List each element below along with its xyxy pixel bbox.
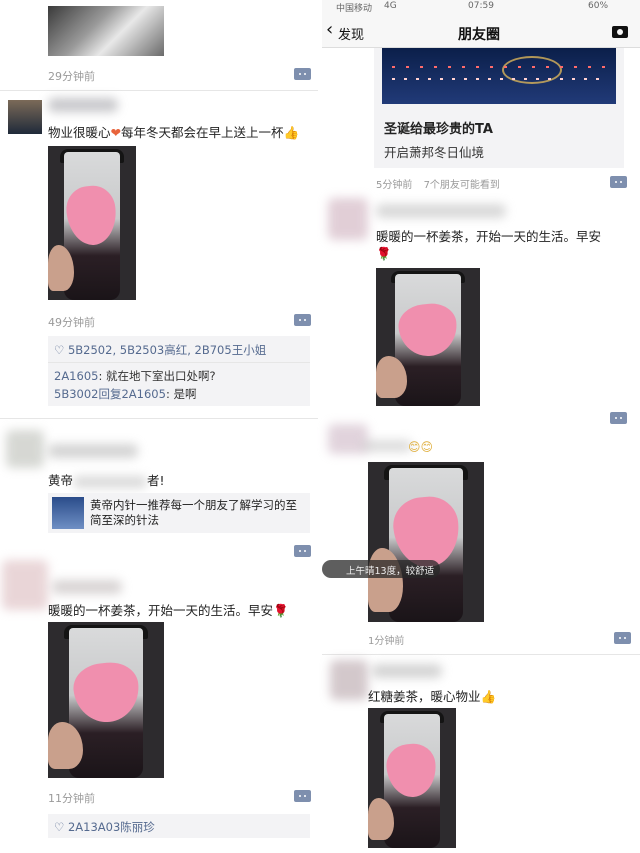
nav-bar: ‹ 发现 朋友圈 [322, 14, 640, 48]
post-photo[interactable] [48, 622, 164, 778]
redacted-text [73, 475, 148, 488]
top-image[interactable] [48, 6, 164, 56]
visibility-note: 7个朋友可能看到 [423, 180, 500, 191]
avatar[interactable] [8, 100, 42, 134]
article-title: 圣诞给最珍贵的TA [384, 122, 493, 137]
likes-list[interactable]: 2A13A03陈丽珍 [68, 820, 155, 834]
like-heart-icon: ♡ [54, 820, 65, 834]
thumbs-up-icon: 👍 [283, 125, 300, 140]
comment-button[interactable] [294, 545, 311, 557]
post-text-part2: 每年冬天都会在早上送上一杯 [121, 125, 284, 140]
post-photo[interactable] [48, 146, 136, 300]
username-blurred[interactable] [52, 580, 122, 594]
like-heart-icon: ♡ [54, 343, 65, 357]
post-time: 29分钟前 [48, 70, 95, 83]
heart-emoji: ❤ [110, 125, 121, 140]
post-text: 黄帝 者! [48, 470, 165, 489]
post-text-start: 黄帝 [48, 473, 74, 488]
post-photo[interactable] [376, 268, 480, 406]
divider [0, 90, 318, 91]
username-blurred[interactable] [372, 664, 442, 678]
post-text-end: 者! [147, 473, 165, 488]
right-feed: 中国移动 4G 07:59 60% ‹ 发现 朋友圈 圣诞给最珍贵的TA 开启萧… [322, 0, 640, 853]
shared-link-title: 黄帝内针一推荐每一个朋友了解学习的至简至深的针法 [90, 498, 297, 527]
network-type: 4G [384, 1, 397, 11]
rose-icon: 🌹 [273, 603, 289, 618]
comment-button[interactable] [614, 632, 631, 644]
post-text: 暖暖的一杯姜茶，开始一天的生活。早安🌹 [48, 600, 289, 619]
comment-text: : 就在地下室出口处啊? [98, 369, 216, 383]
post-text-content: 暖暖的一杯姜茶，开始一天的生活。早安 [48, 603, 274, 618]
username-blurred[interactable] [48, 98, 118, 112]
avatar[interactable] [2, 560, 48, 610]
avatar[interactable] [328, 198, 368, 240]
article-card[interactable]: 圣诞给最珍贵的TA 开启萧邦冬日仙境 [374, 48, 624, 168]
post-photo[interactable] [368, 462, 484, 622]
article-banner [382, 48, 616, 104]
likes-box: ♡ 5B2502, 5B2503高红, 2B705王小姐 2A1605: 就在地… [48, 336, 310, 406]
comment-button[interactable] [610, 176, 627, 188]
post-time: 1分钟前 [368, 636, 405, 647]
location-text: 上午晴13度，较舒适 [346, 566, 435, 577]
comment-text: : 是啊 [165, 387, 197, 401]
clock: 07:59 [468, 1, 494, 11]
post-text-part1: 物业很暖心 [48, 125, 111, 140]
left-feed: 29分钟前 物业很暖心❤每年冬天都会在早上送上一杯👍 49分钟前 ♡ 5B250… [0, 0, 318, 853]
post-meta: 5分钟前 7个朋友可能看到 [376, 176, 500, 191]
post-text: 物业很暖心❤每年冬天都会在早上送上一杯👍 [48, 122, 299, 141]
location-badge[interactable]: 上午晴13度，较舒适 [322, 560, 440, 578]
avatar[interactable] [330, 660, 368, 700]
article-subtitle: 开启萧邦冬日仙境 [384, 145, 485, 160]
status-bar: 中国移动 4G 07:59 60% [322, 0, 640, 14]
post-photo[interactable] [368, 708, 456, 848]
comment-line[interactable]: 2A1605: 就在地下室出口处啊? [54, 368, 216, 384]
comment-author[interactable]: 5B3002回复2A1605 [54, 387, 166, 401]
divider [0, 418, 318, 419]
comment-button[interactable] [294, 790, 311, 802]
post-time: 49分钟前 [48, 316, 95, 329]
post-text: 暖暖的一杯姜茶，开始一天的生活。早安 🌹 [376, 228, 626, 262]
comment-line[interactable]: 5B3002回复2A1605: 是啊 [54, 386, 196, 402]
comment-button[interactable] [610, 412, 627, 424]
thumbs-up-icon: 👍 [480, 689, 497, 704]
avatar[interactable] [328, 424, 368, 454]
divider [322, 654, 640, 655]
comment-button[interactable] [294, 68, 311, 80]
comment-author[interactable]: 2A1605 [54, 369, 98, 383]
likes-box: ♡ 2A13A03陈丽珍 [48, 814, 310, 838]
post-time: 11分钟前 [48, 792, 95, 805]
username-blurred[interactable] [362, 440, 412, 452]
post-text-content: 红糖姜茶，暖心物业 [368, 689, 481, 704]
username-blurred[interactable] [376, 204, 506, 218]
shared-link[interactable]: 黄帝内针一推荐每一个朋友了解学习的至简至深的针法 [48, 493, 310, 533]
back-chevron-icon[interactable]: ‹ [326, 19, 333, 40]
rose-icon: 🌹 [376, 246, 392, 261]
likes-list[interactable]: 5B2502, 5B2503高红, 2B705王小姐 [68, 343, 266, 357]
avatar[interactable] [6, 430, 44, 468]
camera-icon[interactable] [612, 26, 628, 38]
emoji-faces: 😊😊 [408, 440, 434, 454]
page-title: 朋友圈 [458, 27, 500, 43]
battery-level: 60% [588, 1, 609, 11]
post-text-content: 暖暖的一杯姜茶，开始一天的生活。早安 [376, 229, 602, 244]
username-blurred[interactable] [48, 444, 138, 458]
back-button[interactable]: 发现 [338, 24, 364, 43]
carrier: 中国移动 [336, 4, 373, 14]
post-text: 红糖姜茶，暖心物业👍 [368, 686, 496, 705]
book-cover [52, 497, 84, 529]
divider [48, 362, 310, 363]
comment-button[interactable] [294, 314, 311, 326]
post-time: 5分钟前 [376, 180, 413, 191]
